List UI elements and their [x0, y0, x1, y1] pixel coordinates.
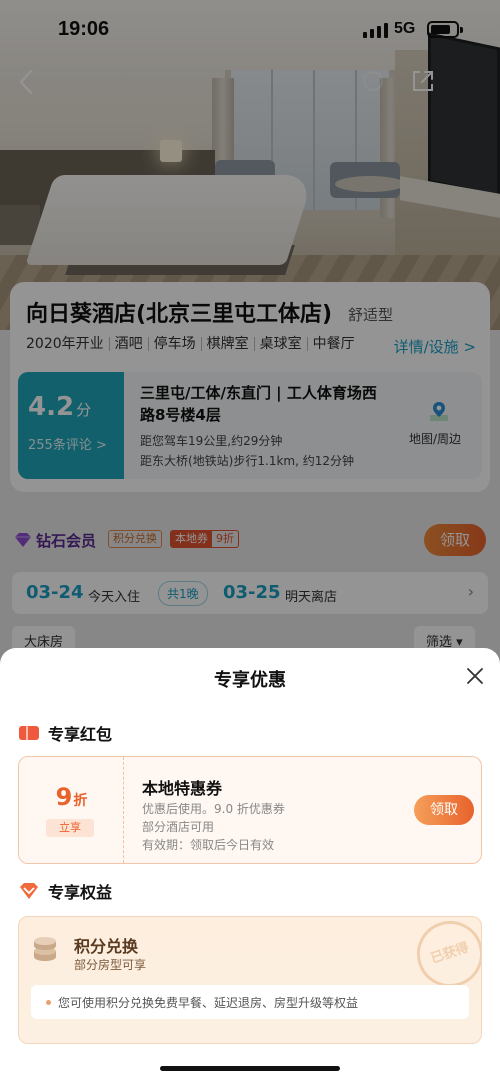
perk-diamond-icon	[20, 883, 38, 899]
perk-subtitle: 部分房型可享	[74, 958, 147, 972]
exclusive-offers-sheet: 专享优惠 专享红包 9折 立享 本地特惠券 优惠后使用。9.0 折优惠券 部分酒…	[0, 648, 500, 1081]
perk-note-text: 您可使用积分兑换免费早餐、延迟退房、房型升级等权益	[58, 996, 359, 1010]
coupon-scope: 部分酒店可用	[142, 820, 215, 834]
coupon-title: 本地特惠券	[142, 779, 223, 798]
section-coupon: 专享红包	[18, 722, 112, 744]
perk-card: 积分兑换 部分房型可享 已获得 您可使用积分兑换免费早餐、延迟退房、房型升级等权…	[18, 916, 482, 1044]
coupon-card: 9折 立享 本地特惠券 优惠后使用。9.0 折优惠券 部分酒店可用 有效期：领取…	[18, 756, 482, 864]
perk-title: 积分兑换	[74, 937, 139, 956]
coupon-discount: 9折	[55, 783, 88, 811]
section-coupon-title: 专享红包	[48, 725, 113, 744]
close-icon[interactable]	[463, 664, 487, 688]
instant-badge: 立享	[46, 819, 94, 837]
coupon-desc: 优惠后使用。9.0 折优惠券	[142, 802, 285, 816]
perk-note: 您可使用积分兑换免费早餐、延迟退房、房型升级等权益	[31, 985, 469, 1019]
sheet-title: 专享优惠	[214, 670, 286, 691]
red-envelope-icon	[19, 726, 39, 740]
section-perks: 专享权益	[18, 880, 112, 902]
home-indicator	[160, 1066, 340, 1071]
section-perks-title: 专享权益	[48, 883, 113, 902]
coins-icon	[34, 937, 56, 961]
coupon-validity: 有效期：领取后今日有效	[142, 838, 275, 852]
coupon-discount-panel: 9折 立享	[19, 757, 124, 863]
obtained-stamp: 已获得	[408, 917, 481, 996]
coupon-claim-button[interactable]: 领取	[414, 795, 474, 825]
